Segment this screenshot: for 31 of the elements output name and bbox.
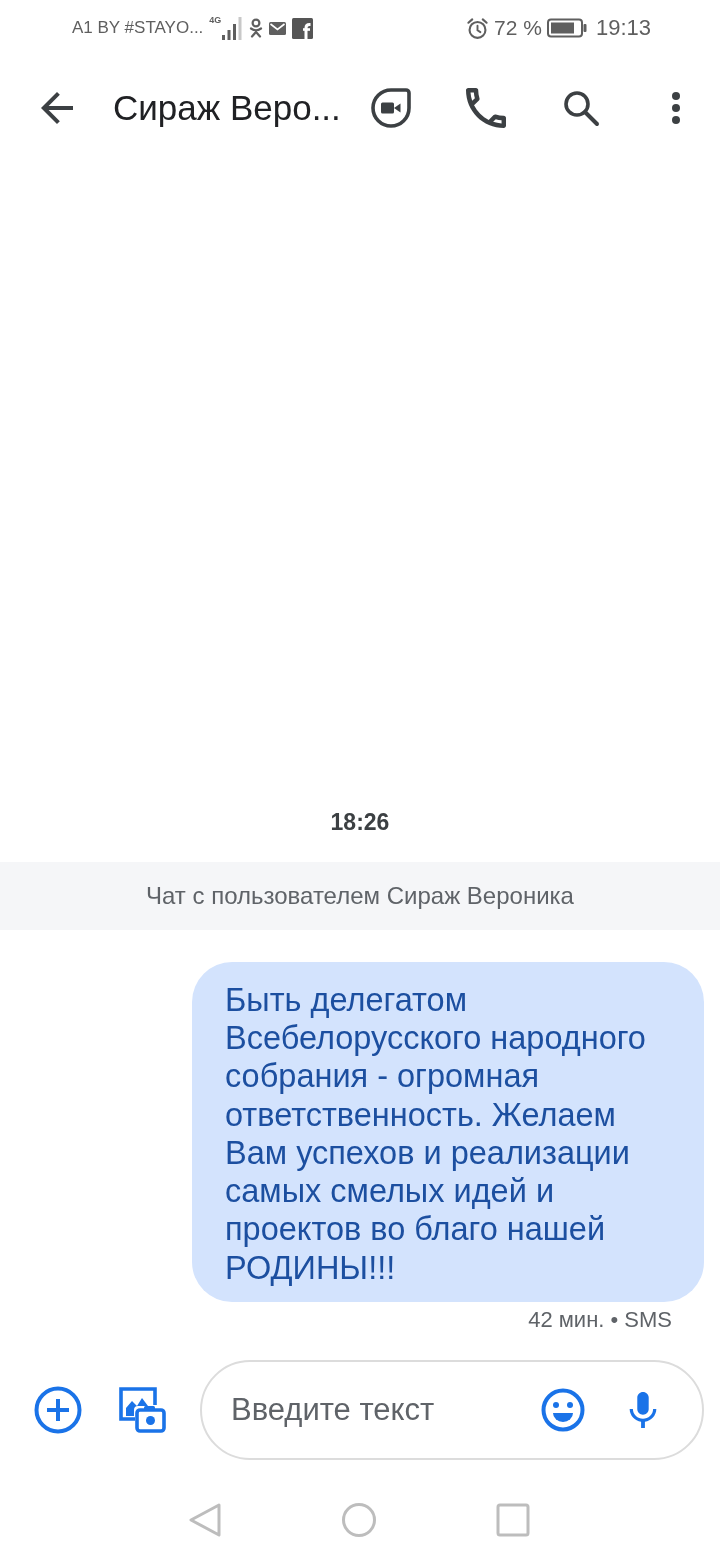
message-input[interactable]: Введите текст — [231, 1389, 539, 1431]
clock-time: 19:13 — [595, 15, 651, 41]
message-bubble: Быть делегатом Всебелорусского народного собрания - огромная ответственность. Желаем Вам успехов и реализации самых смелых идей и проектов во благо нашей РОДИНЫ!!! — [192, 961, 704, 1302]
signal-icon — [221, 15, 244, 41]
square-recents-icon — [495, 1502, 531, 1538]
smiley-icon — [541, 1388, 585, 1432]
battery-percent: 72 % — [494, 16, 542, 40]
stick-figure-icon — [249, 18, 264, 38]
back-arrow-icon — [39, 90, 75, 126]
triangle-back-icon — [187, 1502, 223, 1538]
envelope-icon — [269, 21, 287, 35]
message-timestamp: 18:26 — [330, 807, 390, 836]
contact-name: Сираж Веро... — [113, 88, 341, 127]
phone-icon — [466, 88, 506, 128]
message-input-field[interactable]: Введите текст — [200, 1360, 704, 1460]
circle-home-icon — [341, 1502, 377, 1538]
battery-icon — [546, 18, 587, 38]
video-camera-icon — [370, 87, 412, 129]
gallery-button[interactable] — [118, 1386, 166, 1434]
network-type: 4G — [209, 15, 222, 25]
plus-circle-icon — [34, 1386, 82, 1434]
carrier-name: A1 BY #STAYO... — [72, 18, 204, 38]
attach-button[interactable] — [34, 1386, 82, 1434]
image-camera-icon — [118, 1386, 166, 1434]
chat-banner-text: Чат с пользователем Сираж Вероника — [146, 881, 574, 910]
search-icon — [562, 89, 600, 127]
message-status: 42 мин. • SMS — [528, 1307, 672, 1333]
emoji-button[interactable] — [539, 1386, 587, 1434]
more-vertical-icon — [671, 91, 681, 125]
facebook-icon — [292, 17, 314, 39]
alarm-clock-icon — [466, 16, 490, 40]
